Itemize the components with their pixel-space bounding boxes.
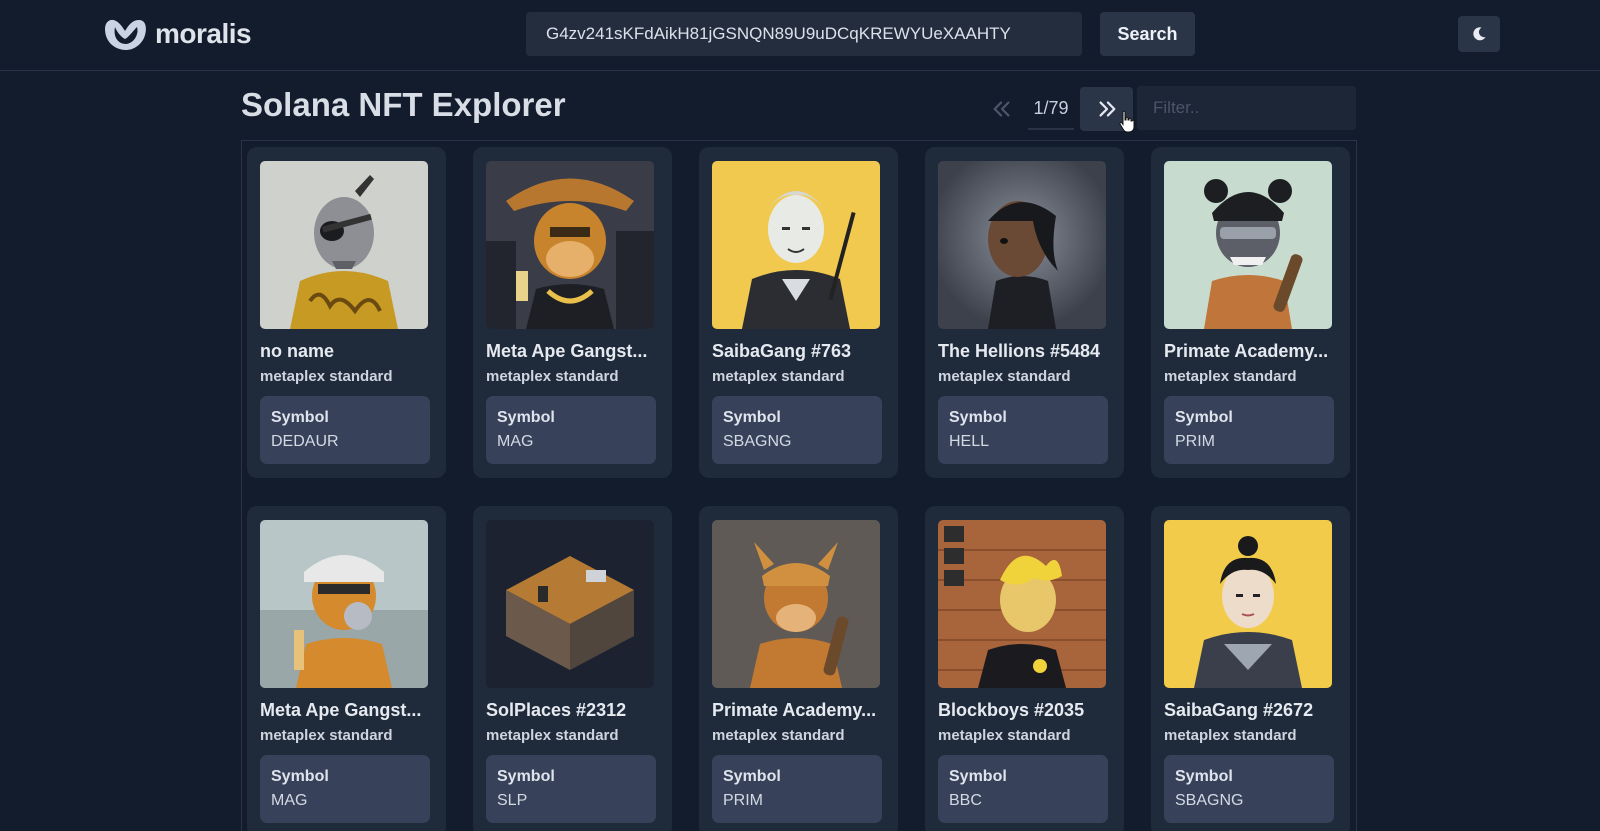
symbol-box: Symbol DEDAUR: [260, 396, 430, 464]
symbol-box: Symbol MAG: [260, 755, 430, 823]
symbol-label: Symbol: [271, 409, 329, 426]
nft-card[interactable]: Primate Academy... metaplex standard Sym…: [699, 506, 898, 831]
nft-standard: metaplex standard: [486, 368, 619, 385]
nft-image: [1164, 161, 1332, 329]
nft-name: Meta Ape Gangst...: [486, 341, 648, 361]
nft-standard: metaplex standard: [260, 368, 393, 385]
symbol-label: Symbol: [1175, 409, 1233, 426]
nft-name: SaibaGang #763: [712, 341, 852, 361]
nft-card[interactable]: Meta Ape Gangst... metaplex standard Sym…: [473, 147, 672, 478]
top-navbar: moralis Search: [0, 0, 1600, 71]
chevrons-left-icon: [993, 101, 1010, 117]
nft-image: [260, 161, 428, 329]
nft-name: Blockboys #2035: [938, 700, 1085, 720]
nft-image: [1164, 520, 1332, 688]
nft-name: Meta Ape Gangst...: [260, 700, 422, 720]
symbol-label: Symbol: [1175, 768, 1233, 785]
symbol-value: HELL: [949, 433, 990, 450]
nft-card[interactable]: Meta Ape Gangst... metaplex standard Sym…: [247, 506, 446, 831]
symbol-label: Symbol: [497, 768, 555, 785]
symbol-value: SLP: [497, 792, 528, 809]
nft-standard: metaplex standard: [938, 368, 1071, 385]
nft-name: SolPlaces #2312: [486, 700, 627, 720]
symbol-value: MAG: [271, 792, 308, 809]
symbol-label: Symbol: [723, 768, 781, 785]
nft-image: [260, 520, 428, 688]
chevrons-right-icon: [1098, 101, 1115, 117]
moon-icon: [1473, 27, 1486, 41]
nft-standard: metaplex standard: [938, 727, 1071, 744]
nft-name: Primate Academy...: [1164, 341, 1329, 361]
nft-standard: metaplex standard: [712, 368, 845, 385]
pointer-cursor-icon: [1119, 110, 1135, 133]
nft-standard: metaplex standard: [486, 727, 619, 744]
nft-grid: no name metaplex standard Symbol DEDAUR …: [241, 140, 1357, 831]
symbol-label: Symbol: [271, 768, 329, 785]
nft-standard: metaplex standard: [1164, 727, 1297, 744]
symbol-value: BBC: [949, 792, 982, 809]
symbol-label: Symbol: [497, 409, 555, 426]
nft-standard: metaplex standard: [712, 727, 845, 744]
nft-name: no name: [260, 341, 335, 361]
nft-image: [486, 161, 654, 329]
symbol-value: DEDAUR: [271, 433, 339, 450]
symbol-box: Symbol BBC: [938, 755, 1108, 823]
nft-image: [938, 520, 1106, 688]
page-indicator: 1/79: [1028, 88, 1074, 130]
brand-logo[interactable]: moralis: [101, 14, 252, 54]
brand-name: moralis: [155, 18, 252, 49]
symbol-value: PRIM: [1175, 433, 1215, 450]
nft-name: SaibaGang #2672: [1164, 700, 1314, 720]
nft-card[interactable]: SaibaGang #763 metaplex standard Symbol …: [699, 147, 898, 478]
nft-name: The Hellions #5484: [938, 341, 1101, 361]
symbol-label: Symbol: [949, 409, 1007, 426]
filter-input[interactable]: [1137, 86, 1356, 130]
symbol-box: Symbol MAG: [486, 396, 656, 464]
nft-card[interactable]: no name metaplex standard Symbol DEDAUR: [247, 147, 446, 478]
symbol-value: SBAGNG: [1175, 792, 1244, 809]
nft-card[interactable]: Primate Academy... metaplex standard Sym…: [1151, 147, 1350, 478]
nft-card[interactable]: SolPlaces #2312 metaplex standard Symbol…: [473, 506, 672, 831]
nft-name: Primate Academy...: [712, 700, 877, 720]
nft-card[interactable]: The Hellions #5484 metaplex standard Sym…: [925, 147, 1124, 478]
nft-card[interactable]: Blockboys #2035 metaplex standard Symbol…: [925, 506, 1124, 831]
nft-image: [938, 161, 1106, 329]
symbol-label: Symbol: [723, 409, 781, 426]
symbol-value: PRIM: [723, 792, 763, 809]
symbol-box: Symbol SLP: [486, 755, 656, 823]
nft-standard: metaplex standard: [260, 727, 393, 744]
search-button[interactable]: Search: [1100, 12, 1195, 56]
symbol-box: Symbol SBAGNG: [712, 396, 882, 464]
page-title: Solana NFT Explorer: [241, 86, 566, 123]
symbol-box: Symbol HELL: [938, 396, 1108, 464]
nft-card[interactable]: SaibaGang #2672 metaplex standard Symbol…: [1151, 506, 1350, 831]
nft-standard: metaplex standard: [1164, 368, 1297, 385]
previous-page-button[interactable]: [982, 88, 1022, 130]
symbol-value: SBAGNG: [723, 433, 792, 450]
symbol-box: Symbol PRIM: [712, 755, 882, 823]
nft-image: [712, 161, 880, 329]
address-search-input[interactable]: [526, 12, 1082, 56]
nft-image: [712, 520, 880, 688]
symbol-box: Symbol PRIM: [1164, 396, 1334, 464]
symbol-box: Symbol SBAGNG: [1164, 755, 1334, 823]
moralis-logo-icon: [105, 19, 146, 50]
nft-image: [486, 520, 654, 688]
symbol-value: MAG: [497, 433, 534, 450]
symbol-label: Symbol: [949, 768, 1007, 785]
theme-toggle-button[interactable]: [1458, 16, 1500, 52]
